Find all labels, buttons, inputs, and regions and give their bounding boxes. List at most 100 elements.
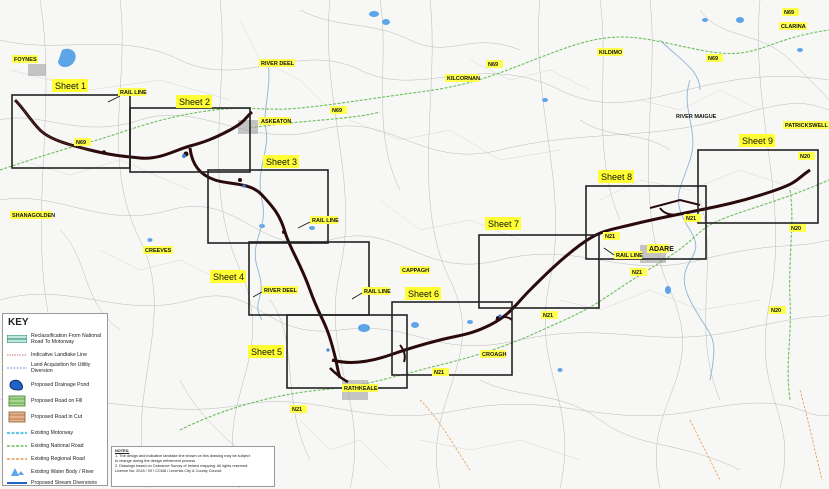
road-label-n21-sheet8: N21 bbox=[603, 232, 620, 240]
road-label-n69-west: N69 bbox=[74, 138, 91, 146]
existing-regional-road-icon bbox=[7, 454, 27, 464]
svg-text:Sheet 6: Sheet 6 bbox=[408, 289, 439, 299]
svg-text:N20: N20 bbox=[791, 226, 801, 232]
map-background bbox=[0, 0, 829, 488]
key-item-utility: Land Acquisition for Utility Diversion bbox=[7, 361, 107, 374]
svg-text:N20: N20 bbox=[800, 154, 810, 160]
key-item-landtake: Indicative Landtake Line bbox=[7, 348, 107, 361]
key-label-cut: Proposed Road in Cut bbox=[31, 413, 83, 420]
map-canvas[interactable]: Sheet 1 Sheet 2 Sheet 3 Sheet 4 Sheet 5 … bbox=[0, 0, 829, 488]
svg-text:RAIL LINE: RAIL LINE bbox=[364, 289, 391, 295]
road-label-n21-mid: N21 bbox=[541, 311, 558, 319]
key-label-fill: Proposed Road on Fill bbox=[31, 397, 83, 404]
place-label-shanagolden: SHANAGOLDEN bbox=[10, 211, 55, 219]
place-label-clarina: CLARINA bbox=[779, 22, 807, 30]
road-label-n20-bottom: N20 bbox=[769, 306, 786, 314]
sheet-label-5[interactable]: Sheet 5 bbox=[248, 345, 284, 358]
svg-text:N69: N69 bbox=[784, 10, 794, 16]
svg-text:FOYNES: FOYNES bbox=[14, 57, 37, 63]
place-label-kildimo: KILDIMO bbox=[597, 48, 623, 56]
sheet-label-9[interactable]: Sheet 9 bbox=[739, 134, 775, 147]
road-label-n21-east: N21 bbox=[630, 268, 647, 276]
svg-text:N21: N21 bbox=[434, 370, 444, 376]
road-label-n21-croagh: N21 bbox=[432, 368, 449, 376]
svg-text:RIVER MAIGUE: RIVER MAIGUE bbox=[676, 114, 717, 120]
key-label-landtake: Indicative Landtake Line bbox=[31, 351, 87, 358]
svg-text:RAIL LINE: RAIL LINE bbox=[120, 90, 147, 96]
key-label-national: Existing National Road bbox=[31, 442, 84, 449]
key-title: KEY bbox=[8, 317, 29, 328]
road-label-n20-top: N20 bbox=[798, 152, 815, 160]
svg-text:CROAGH: CROAGH bbox=[482, 352, 506, 358]
svg-text:RIVER DEEL: RIVER DEEL bbox=[261, 61, 295, 67]
svg-text:SHANAGOLDEN: SHANAGOLDEN bbox=[12, 213, 55, 219]
existing-national-road-icon bbox=[7, 441, 27, 451]
sheet-label-8[interactable]: Sheet 8 bbox=[598, 170, 634, 183]
svg-text:N21: N21 bbox=[605, 234, 615, 240]
key-label-water: Existing Water Body / River bbox=[31, 468, 94, 475]
road-label-n20-right: N20 bbox=[789, 224, 806, 232]
key-item-regional: Existing Regional Road bbox=[7, 452, 107, 465]
sheet-label-7[interactable]: Sheet 7 bbox=[485, 217, 521, 230]
key-label-motorway: Existing Motorway bbox=[31, 429, 74, 436]
svg-text:Sheet 5: Sheet 5 bbox=[251, 347, 282, 357]
svg-text:CAPPAGH: CAPPAGH bbox=[402, 268, 429, 274]
place-label-askeaton: ASKEATON bbox=[259, 117, 291, 125]
svg-text:N69: N69 bbox=[488, 62, 498, 68]
place-label-rail-line-1: RAIL LINE bbox=[118, 88, 147, 96]
place-label-kilcornan: KILCORNAN bbox=[445, 74, 480, 82]
sheet-label-4[interactable]: Sheet 4 bbox=[210, 270, 246, 283]
place-label-rail-line-4: RAIL LINE bbox=[614, 251, 643, 259]
key-item-stream: Proposed Stream Diversions bbox=[7, 476, 107, 489]
svg-text:CLARINA: CLARINA bbox=[781, 24, 806, 30]
svg-text:RAIL LINE: RAIL LINE bbox=[312, 218, 339, 224]
key-item-cut: Proposed Road in Cut bbox=[7, 410, 107, 423]
map-key: KEY Reclassification From National Road … bbox=[2, 313, 108, 486]
place-label-cappagh: CAPPAGH bbox=[400, 266, 430, 274]
svg-text:Sheet 9: Sheet 9 bbox=[742, 136, 773, 146]
place-label-river-deel-top: RIVER DEEL bbox=[259, 59, 295, 67]
place-label-rail-line-3: RAIL LINE bbox=[362, 287, 391, 295]
key-item-pond: Proposed Drainage Pond bbox=[7, 378, 107, 391]
road-label-n69-right: N69 bbox=[706, 54, 723, 62]
key-item-fill: Proposed Road on Fill bbox=[7, 394, 107, 407]
svg-text:Sheet 1: Sheet 1 bbox=[55, 81, 86, 91]
svg-text:Sheet 3: Sheet 3 bbox=[266, 157, 297, 167]
key-label-utility: Land Acquisition for Utility Diversion bbox=[31, 361, 91, 374]
svg-text:N21: N21 bbox=[686, 216, 696, 222]
place-label-rathkeale: RATHKEALE bbox=[342, 384, 378, 392]
sheet-label-2[interactable]: Sheet 2 bbox=[176, 95, 212, 108]
road-on-fill-icon bbox=[7, 395, 27, 406]
svg-text:RAIL LINE: RAIL LINE bbox=[616, 253, 643, 259]
place-label-river-deel-mid: RIVER DEEL bbox=[262, 286, 298, 294]
existing-motorway-icon bbox=[7, 428, 27, 438]
svg-text:Sheet 2: Sheet 2 bbox=[179, 97, 210, 107]
landtake-line-icon bbox=[7, 350, 27, 360]
key-label-stream: Proposed Stream Diversions bbox=[31, 479, 98, 486]
svg-text:N69: N69 bbox=[332, 108, 342, 114]
key-item-national: Existing National Road bbox=[7, 439, 107, 452]
road-label-n69-top: N69 bbox=[782, 8, 799, 16]
drainage-pond-icon bbox=[7, 379, 27, 391]
sheet-label-1[interactable]: Sheet 1 bbox=[52, 79, 88, 92]
notes-panel: NOTES: 1. The design and indicative land… bbox=[111, 446, 275, 487]
stream-diversion-icon bbox=[7, 478, 27, 488]
svg-text:KILCORNAN: KILCORNAN bbox=[447, 76, 480, 82]
svg-text:N21: N21 bbox=[543, 313, 553, 319]
water-body-icon bbox=[7, 467, 27, 477]
sheet-label-6[interactable]: Sheet 6 bbox=[405, 287, 441, 300]
svg-text:Sheet 7: Sheet 7 bbox=[488, 219, 519, 229]
key-item-motorway: Existing Motorway bbox=[7, 426, 107, 439]
utility-diversion-icon bbox=[7, 363, 27, 373]
road-label-n21-adare: N21 bbox=[684, 214, 701, 222]
svg-text:RIVER DEEL: RIVER DEEL bbox=[264, 288, 298, 294]
key-item-reclassification: Reclassification From National Road To M… bbox=[7, 332, 107, 345]
road-label-n21-south: N21 bbox=[290, 405, 307, 413]
sheet-label-3[interactable]: Sheet 3 bbox=[263, 155, 299, 168]
svg-text:ADARE: ADARE bbox=[649, 246, 674, 253]
road-in-cut-icon bbox=[7, 411, 27, 422]
place-label-croagh: CROAGH bbox=[480, 350, 506, 358]
place-label-rail-line-2: RAIL LINE bbox=[310, 216, 339, 224]
place-label-river-maigue: RIVER MAIGUE bbox=[676, 114, 717, 120]
key-label-pond: Proposed Drainage Pond bbox=[31, 381, 90, 388]
